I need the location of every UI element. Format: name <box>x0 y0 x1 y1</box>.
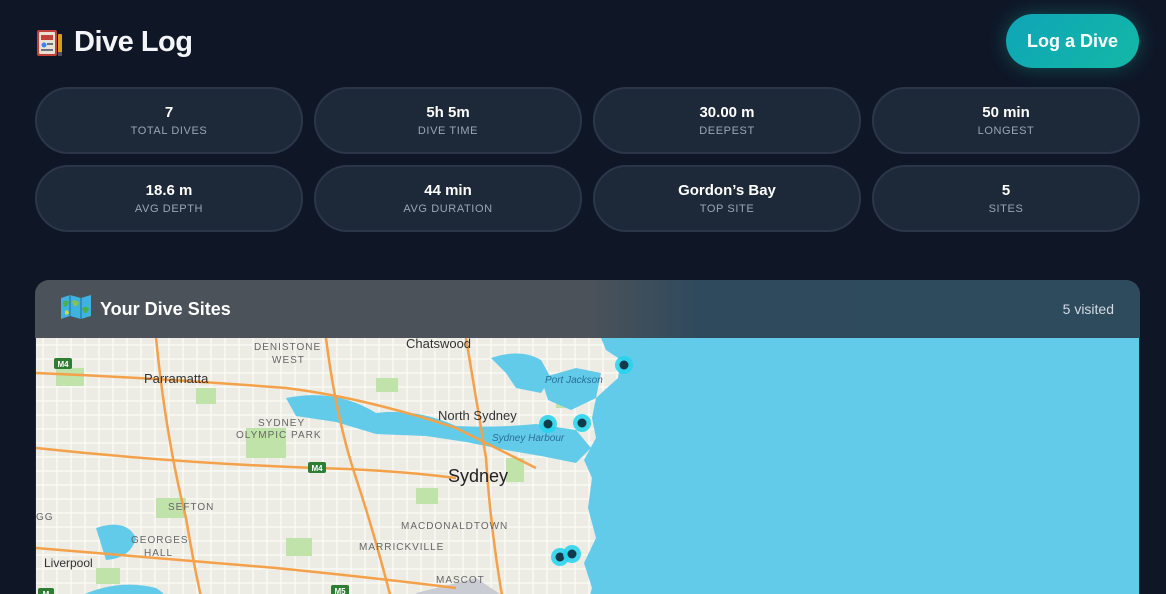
dive-site-marker[interactable] <box>573 414 591 432</box>
stat-label: Deepest <box>699 125 755 137</box>
map-label: M <box>43 590 50 594</box>
dive-site-marker[interactable] <box>615 356 633 374</box>
map-label: M4 <box>57 360 69 369</box>
map-label: SYDNEY <box>258 418 305 429</box>
page-title: Dive Log <box>74 26 193 58</box>
map-label: M4 <box>311 464 323 473</box>
stat-label: Top Site <box>699 203 755 215</box>
stat-label: Dive Time <box>417 125 479 137</box>
map-title-wrap: Your Dive Sites <box>60 294 231 325</box>
stat-top-site: Gordon’s Bay Top Site <box>593 165 861 232</box>
logbook-icon <box>36 28 64 58</box>
stats-grid: 7 Total Dives 5h 5m Dive Time 30.00 m Deepe… <box>35 87 1140 232</box>
stat-value: 18.6 m <box>145 182 193 199</box>
stat-label: Total Dives <box>130 125 208 137</box>
stat-avg-depth: 18.6 m Avg Depth <box>35 165 303 232</box>
map-label: OLYMPIC PARK <box>236 430 322 441</box>
stat-value: 5h 5m <box>426 104 470 121</box>
log-dive-button[interactable]: Log a Dive <box>1006 14 1139 68</box>
map-label: Chatswood <box>406 338 471 351</box>
stat-label: Avg Depth <box>134 203 204 215</box>
map-label: WEST <box>272 355 305 366</box>
header: Dive Log Log a Dive <box>36 14 1139 68</box>
stat-label: Longest <box>977 125 1035 137</box>
stat-value: 50 min <box>982 104 1030 121</box>
map-header: Your Dive Sites 5 visited <box>35 280 1140 338</box>
dive-site-marker[interactable] <box>563 545 581 563</box>
map-label: Port Jackson <box>545 375 603 386</box>
dive-sites-card: Your Dive Sites 5 visited M4 M4 M5 Chats… <box>35 280 1140 594</box>
map-label: M5 <box>334 587 346 594</box>
stat-label: Avg Duration <box>403 203 493 215</box>
stat-value: Gordon’s Bay <box>678 182 776 199</box>
stat-sites: 5 Sites <box>872 165 1140 232</box>
map-label: HALL <box>144 548 173 559</box>
stat-avg-duration: 44 min Avg Duration <box>314 165 582 232</box>
sites-visited-count: 5 visited <box>1062 301 1114 317</box>
stat-value: 44 min <box>424 182 472 199</box>
stat-value: 7 <box>164 104 174 121</box>
map-label: MACDONALDTOWN <box>401 521 508 532</box>
map-title: Your Dive Sites <box>100 298 231 319</box>
stat-total-dives: 7 Total Dives <box>35 87 303 154</box>
map-label: MARRICKVILLE <box>359 542 444 553</box>
map-label: MASCOT <box>436 575 485 586</box>
stat-label: Sites <box>988 203 1024 215</box>
map-label: Sydney <box>448 466 508 486</box>
stat-dive-time: 5h 5m Dive Time <box>314 87 582 154</box>
map-label: Liverpool <box>44 556 93 570</box>
map-label: North Sydney <box>438 408 517 423</box>
app: Dive Log Log a Dive 7 Total Dives 5h 5m Di… <box>0 0 1166 594</box>
map-label: Sydney Harbour <box>492 433 565 444</box>
stat-deepest: 30.00 m Deepest <box>593 87 861 154</box>
map-label: GG <box>36 512 54 523</box>
map-label: GEORGES <box>131 535 189 546</box>
map-label: Parramatta <box>144 371 209 386</box>
world-map-icon <box>60 294 92 325</box>
dive-sites-map[interactable]: M4 M4 M5 M Chatswood DENISTONE WEST Parr… <box>35 336 1139 594</box>
stat-value: 5 <box>1001 182 1011 199</box>
brand: Dive Log <box>36 26 193 59</box>
map-label: DENISTONE <box>254 342 321 353</box>
stat-value: 30.00 m <box>699 104 755 121</box>
stat-longest: 50 min Longest <box>872 87 1140 154</box>
map-label: SEFTON <box>168 502 214 513</box>
dive-site-marker[interactable] <box>539 415 557 433</box>
